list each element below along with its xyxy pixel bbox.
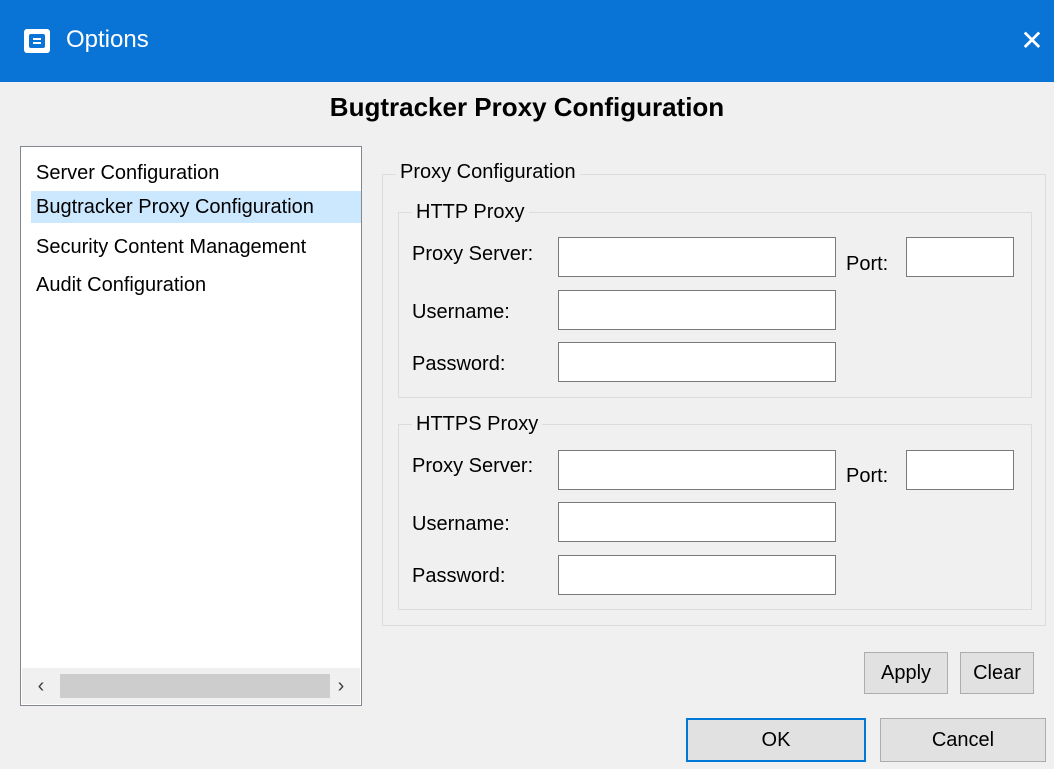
nav-item-audit-configuration[interactable]: Audit Configuration bbox=[31, 269, 361, 301]
http-password-label: Password: bbox=[412, 353, 506, 375]
https-proxy-legend: HTTPS Proxy bbox=[412, 412, 543, 436]
apply-button[interactable]: Apply bbox=[864, 652, 948, 694]
https-password-input[interactable] bbox=[558, 555, 836, 595]
https-password-label: Password: bbox=[412, 565, 506, 587]
http-password-input[interactable] bbox=[558, 342, 836, 382]
close-icon[interactable]: ✕ bbox=[1014, 22, 1050, 60]
nav-item-server-configuration[interactable]: Server Configuration bbox=[31, 157, 361, 189]
https-username-label: Username: bbox=[412, 513, 510, 535]
page-title: Bugtracker Proxy Configuration bbox=[329, 92, 725, 122]
app-icon bbox=[24, 29, 50, 53]
horizontal-scrollbar[interactable]: ‹ › bbox=[22, 668, 360, 704]
http-port-label: Port: bbox=[846, 253, 889, 275]
http-proxy-server-label: Proxy Server: bbox=[412, 243, 534, 265]
http-proxy-server-input[interactable] bbox=[558, 237, 836, 277]
https-proxy-server-label: Proxy Server: bbox=[412, 455, 534, 477]
scroll-thumb[interactable] bbox=[60, 674, 330, 698]
options-nav-list[interactable]: Server Configuration Bugtracker Proxy Co… bbox=[20, 146, 362, 706]
https-username-input[interactable] bbox=[558, 502, 836, 542]
https-port-label: Port: bbox=[846, 465, 889, 487]
window-title: Options bbox=[66, 26, 149, 53]
https-proxy-server-input[interactable] bbox=[558, 450, 836, 490]
clear-button[interactable]: Clear bbox=[960, 652, 1034, 694]
https-port-input[interactable] bbox=[906, 450, 1014, 490]
http-username-label: Username: bbox=[412, 301, 510, 323]
http-port-input[interactable] bbox=[906, 237, 1014, 277]
scroll-left-icon[interactable]: ‹ bbox=[26, 668, 56, 704]
title-bar: Options ✕ bbox=[0, 0, 1054, 82]
nav-item-security-content-management[interactable]: Security Content Management bbox=[31, 231, 361, 263]
cancel-button[interactable]: Cancel bbox=[880, 718, 1046, 762]
nav-item-bugtracker-proxy-configuration[interactable]: Bugtracker Proxy Configuration bbox=[31, 191, 361, 223]
proxy-configuration-legend: Proxy Configuration bbox=[396, 160, 580, 184]
ok-button[interactable]: OK bbox=[686, 718, 866, 762]
http-username-input[interactable] bbox=[558, 290, 836, 330]
http-proxy-legend: HTTP Proxy bbox=[412, 200, 529, 224]
scroll-right-icon[interactable]: › bbox=[326, 668, 356, 704]
